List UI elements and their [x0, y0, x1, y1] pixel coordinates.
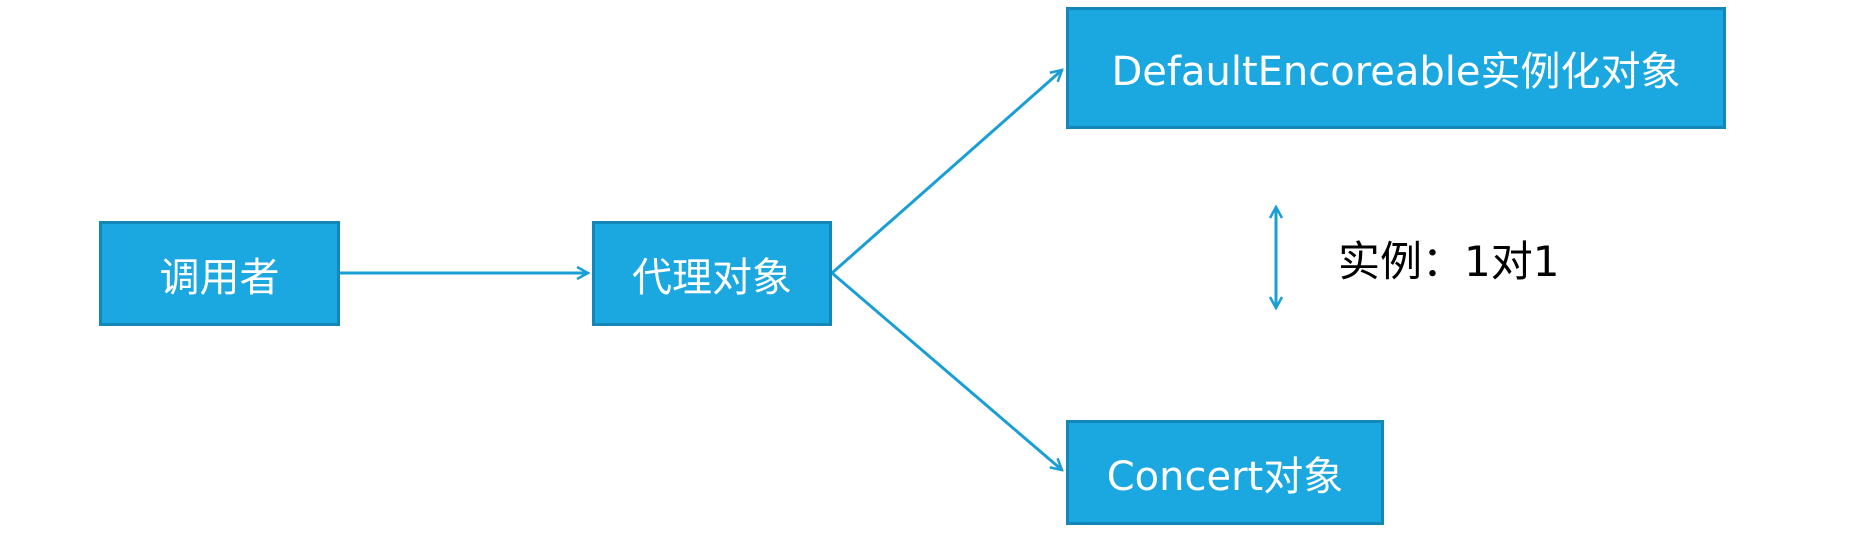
concert-node: Concert对象	[1066, 420, 1384, 525]
one-to-one-note: 实例：1对1	[1338, 237, 1560, 286]
concert-label: Concert对象	[1106, 453, 1344, 500]
default-encoreable-node: DefaultEncoreable实例化对象	[1066, 7, 1726, 129]
caller-label: 调用者	[159, 254, 280, 301]
proxy-node: 代理对象	[592, 221, 832, 326]
arrow-proxy-to-concert	[831, 271, 1062, 470]
arrow-proxy-to-default	[831, 70, 1062, 275]
proxy-label: 代理对象	[632, 254, 792, 301]
default-encoreable-label: DefaultEncoreable实例化对象	[1111, 49, 1681, 95]
caller-node: 调用者	[99, 221, 340, 326]
